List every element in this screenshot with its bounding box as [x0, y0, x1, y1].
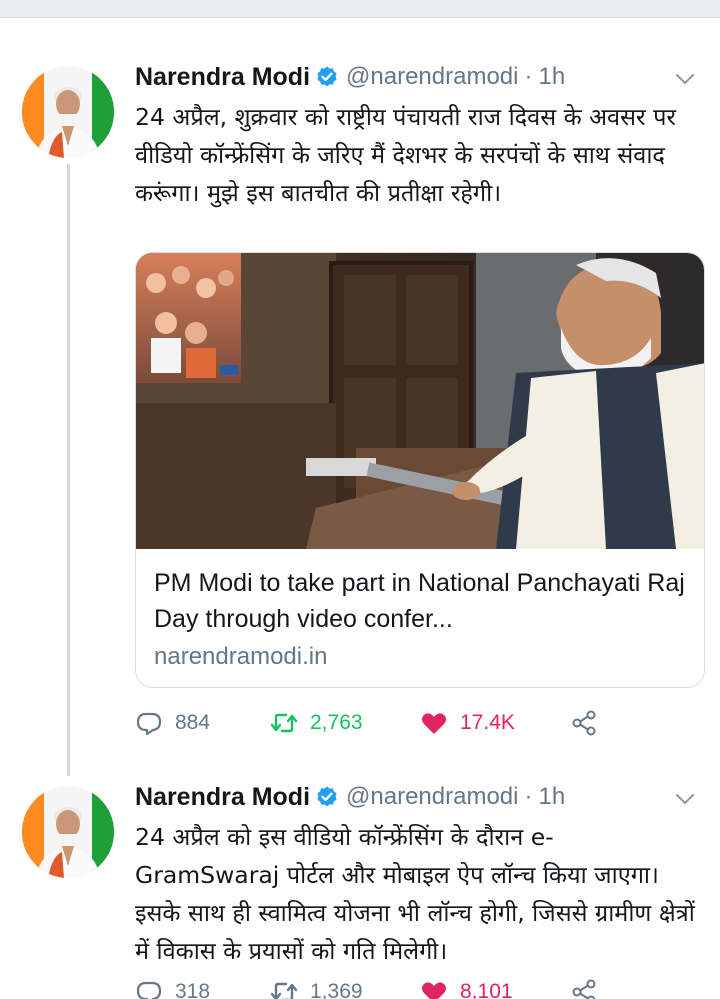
card-text: PM Modi to take part in National Panchay… [154, 565, 694, 675]
verified-badge-icon [315, 65, 339, 89]
retweet-icon [270, 713, 298, 733]
reply-count: 884 [175, 711, 211, 734]
link-preview-card[interactable]: PM Modi to take part in National Panchay… [135, 252, 705, 688]
tweet-header: Narendra Modi @narendramodi · 1h [135, 779, 565, 815]
timeline-feed: Narendra Modi @narendramodi · 1h 24 अप्र… [0, 18, 720, 999]
author-handle[interactable]: @narendramodi [346, 783, 518, 811]
reply-icon [136, 712, 162, 736]
tweet-timestamp[interactable]: 1h [538, 783, 565, 811]
author-handle[interactable]: @narendramodi [346, 63, 518, 91]
like-count: 8,101 [460, 980, 513, 999]
tweet-actions: 318 1,369 8,101 [135, 972, 635, 999]
share-icon [572, 979, 596, 999]
author-avatar[interactable] [22, 66, 114, 158]
reply-count: 318 [175, 980, 211, 999]
retweet-button[interactable]: 1,369 [270, 978, 420, 999]
reply-icon [136, 981, 162, 999]
like-button[interactable]: 8,101 [420, 978, 570, 999]
tweet-actions: 884 2,763 17.4K [135, 703, 635, 743]
like-button[interactable]: 17.4K [420, 709, 570, 737]
tweet-header: Narendra Modi @narendramodi · 1h [135, 59, 565, 95]
retweet-count: 2,763 [310, 711, 363, 734]
card-domain[interactable]: narendramodi.in [154, 639, 694, 675]
retweet-count: 1,369 [310, 980, 363, 999]
like-icon [422, 982, 446, 999]
top-bar-divider [0, 0, 720, 18]
header-separator: · [524, 63, 533, 90]
retweet-icon [270, 982, 298, 999]
author-avatar[interactable] [22, 786, 114, 878]
reply-button[interactable]: 884 [135, 709, 270, 737]
verified-badge-icon [315, 785, 339, 809]
author-name[interactable]: Narendra Modi [135, 63, 310, 92]
tweet-timestamp[interactable]: 1h [538, 63, 565, 91]
header-separator: · [524, 783, 533, 810]
tweet-text: 24 अप्रैल, शुक्रवार को राष्ट्रीय पंचायती… [135, 103, 677, 207]
chevron-down-icon[interactable] [674, 68, 696, 90]
thread-connector-line [67, 164, 70, 776]
share-button[interactable] [570, 709, 610, 737]
reply-button[interactable]: 318 [135, 978, 270, 999]
chevron-down-icon[interactable] [674, 788, 696, 810]
card-image [136, 253, 704, 549]
share-button[interactable] [570, 978, 610, 999]
like-count: 17.4K [460, 711, 515, 734]
card-title[interactable]: PM Modi to take part in National Panchay… [154, 565, 694, 637]
tweet-text: 24 अप्रैल को इस वीडियो कॉन्फ्रेंसिंग के … [135, 823, 695, 965]
retweet-button[interactable]: 2,763 [270, 709, 420, 737]
share-icon [572, 710, 596, 736]
author-name[interactable]: Narendra Modi [135, 783, 310, 812]
like-icon [422, 713, 446, 734]
